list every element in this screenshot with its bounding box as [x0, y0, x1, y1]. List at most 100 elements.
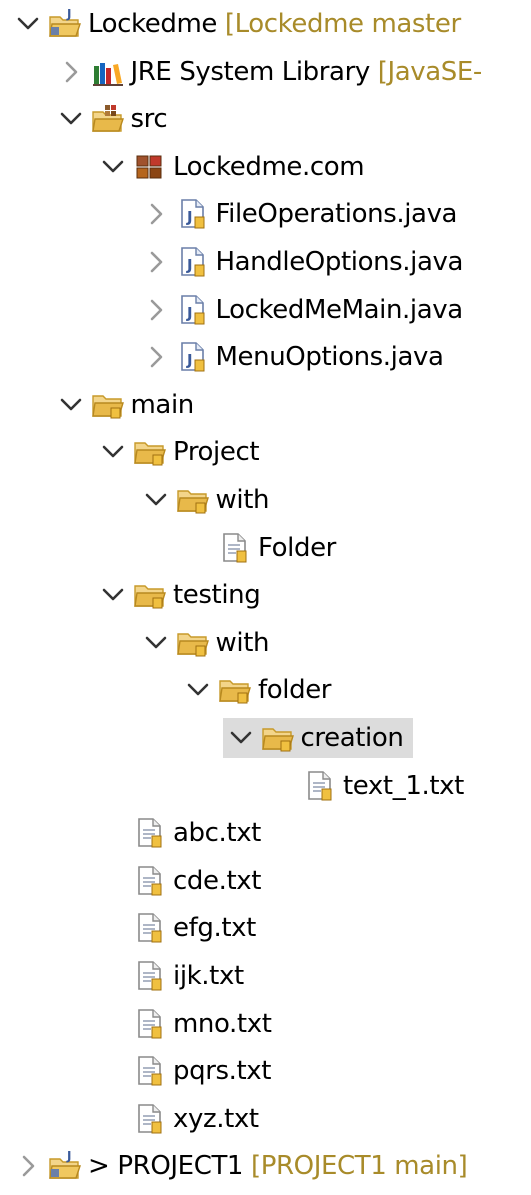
tree-item-label: src [131, 102, 168, 136]
tree-item-name: FileOperations.java [215, 199, 458, 230]
tree-item-label: main [131, 388, 195, 422]
tree-item-decoration: [Lockedme master [224, 9, 461, 39]
tree-item[interactable]: folder [0, 670, 531, 710]
tree-item[interactable]: ijk.txt [0, 956, 531, 996]
tree-item-label: FileOperations.java [216, 197, 458, 231]
chevron-right-icon[interactable] [144, 249, 168, 275]
chevron-down-icon[interactable] [144, 487, 168, 513]
tree-item[interactable]: J Lockedme [Lockedme master [0, 4, 531, 44]
text-file-icon [133, 865, 167, 897]
project-explorer-tree: J Lockedme [Lockedme master JRE System Lib… [0, 0, 531, 1195]
java-project-icon: J [48, 7, 82, 40]
tree-item-label: mno.txt [173, 1007, 272, 1041]
tree-item-name: ijk.txt [173, 961, 244, 991]
folder-icon [176, 484, 210, 516]
tree-item[interactable]: with [0, 623, 531, 663]
folder-icon [176, 627, 210, 659]
chevron-down-icon[interactable] [229, 725, 253, 751]
tree-item-label: Folder [258, 531, 336, 565]
tree-item-label: Project [173, 435, 260, 469]
tree-item[interactable]: J MenuOptions.java [0, 337, 531, 377]
tree-item-name: Folder [258, 532, 336, 563]
tree-item[interactable]: with [0, 480, 531, 520]
java-file-icon: J [176, 246, 210, 278]
outgoing-changes-marker: > [88, 1151, 110, 1182]
tree-item-label: pqrs.txt [173, 1054, 271, 1088]
text-file-icon [133, 912, 167, 944]
tree-item[interactable]: src [0, 99, 531, 139]
chevron-right-icon[interactable] [144, 201, 168, 227]
tree-item[interactable]: J FileOperations.java [0, 194, 531, 234]
tree-item-label: HandleOptions.java [216, 245, 464, 279]
tree-item[interactable]: testing [0, 575, 531, 615]
java-file-icon: J [176, 294, 210, 326]
folder-icon [133, 436, 167, 468]
text-file-icon [218, 532, 252, 564]
tree-item[interactable]: Project [0, 432, 531, 472]
tree-item-name: Project [173, 437, 260, 468]
chevron-down-icon[interactable] [16, 11, 40, 37]
chevron-down-icon[interactable] [59, 392, 83, 418]
text-file-icon [133, 1055, 167, 1087]
tree-item-name: Lockedme [88, 9, 217, 39]
tree-item-name: xyz.txt [173, 1103, 259, 1134]
chevron-right-icon[interactable] [59, 59, 83, 85]
chevron-down-icon[interactable] [186, 677, 210, 703]
tree-item-label: folder [258, 673, 331, 707]
tree-item[interactable]: text_1.txt [0, 766, 531, 806]
tree-item-name: PROJECT1 [117, 1151, 244, 1182]
tree-item[interactable]: cde.txt [0, 861, 531, 901]
tree-item[interactable]: creation [0, 718, 531, 758]
tree-item-name: folder [258, 675, 332, 706]
chevron-down-icon[interactable] [101, 582, 125, 608]
tree-item-label: efg.txt [173, 911, 256, 945]
tree-item-decoration: [JavaSE- [377, 56, 483, 87]
java-file-icon: J [176, 198, 210, 230]
tree-item-label: with [216, 483, 270, 517]
chevron-down-icon[interactable] [101, 154, 125, 180]
tree-item-label: with [216, 626, 270, 660]
tree-item[interactable]: Folder [0, 528, 531, 568]
tree-item[interactable]: xyz.txt [0, 1099, 531, 1139]
tree-item-name: efg.txt [173, 913, 256, 944]
text-file-icon [303, 770, 337, 802]
tree-item[interactable]: pqrs.txt [0, 1051, 531, 1091]
tree-item-label: ijk.txt [173, 959, 244, 993]
svg-text:J: J [66, 8, 71, 21]
tree-item[interactable]: Lockedme.com [0, 147, 531, 187]
chevron-right-icon[interactable] [144, 344, 168, 370]
folder-icon [133, 579, 167, 611]
tree-item-label: JRE System Library [JavaSE- [130, 55, 483, 89]
tree-item[interactable]: mno.txt [0, 1004, 531, 1044]
package-icon [133, 151, 167, 183]
chevron-right-icon[interactable] [16, 1153, 40, 1179]
tree-item-label: testing [173, 578, 261, 612]
tree-item-name: with [215, 627, 270, 658]
text-file-icon [133, 1008, 167, 1040]
chevron-right-icon[interactable] [144, 297, 168, 323]
tree-item[interactable]: main [0, 385, 531, 425]
tree-item[interactable]: abc.txt [0, 813, 531, 853]
java-project-icon: J [48, 1149, 82, 1182]
tree-item[interactable]: JRE System Library [JavaSE- [0, 52, 531, 92]
tree-item[interactable]: J LockedMeMain.java [0, 290, 531, 330]
tree-item-name: MenuOptions.java [215, 342, 444, 373]
tree-item[interactable]: efg.txt [0, 908, 531, 948]
folder-icon [91, 389, 125, 421]
chevron-down-icon[interactable] [59, 106, 83, 132]
chevron-down-icon[interactable] [101, 439, 125, 465]
svg-text:J: J [66, 1150, 71, 1163]
tree-item-name: JRE System Library [130, 56, 371, 87]
text-file-icon [133, 817, 167, 849]
folder-icon [218, 674, 252, 706]
chevron-down-icon[interactable] [144, 630, 168, 656]
tree-item-label: text_1.txt [343, 769, 464, 803]
tree-item-label: Lockedme.com [173, 150, 365, 184]
tree-item-name: src [130, 104, 168, 135]
tree-item[interactable]: J > PROJECT1 [PROJECT1 main] [0, 1146, 531, 1186]
tree-item-name: HandleOptions.java [215, 247, 464, 277]
tree-item[interactable]: J HandleOptions.java [0, 242, 531, 282]
tree-item-name: pqrs.txt [173, 1056, 272, 1087]
svg-text:J: J [186, 208, 193, 226]
svg-text:J: J [186, 351, 193, 369]
